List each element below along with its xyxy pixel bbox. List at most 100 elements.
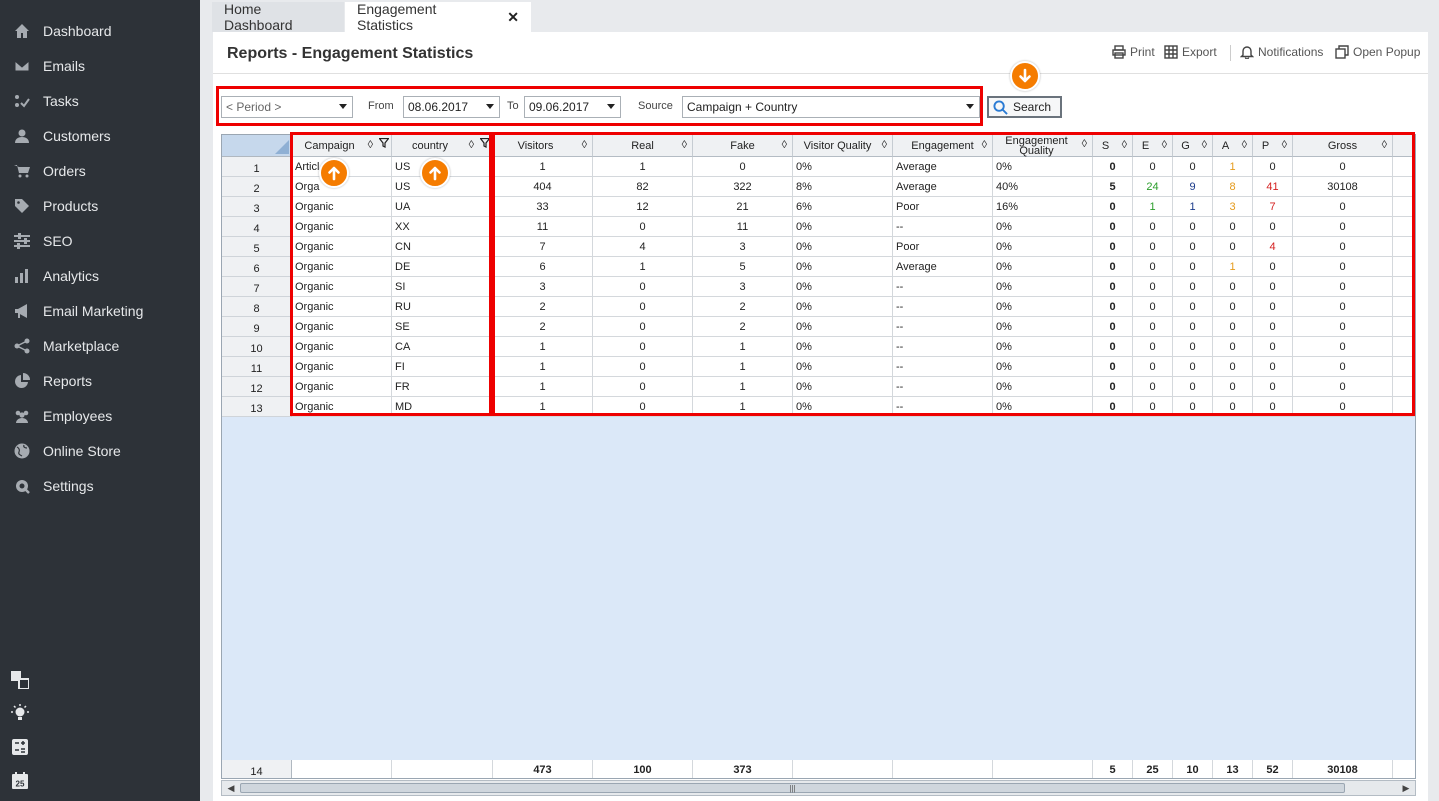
sidebar-item-label: Online Store bbox=[43, 442, 121, 459]
pie-chart-icon bbox=[12, 372, 32, 389]
spreadsheet-icon bbox=[1164, 45, 1178, 59]
tab-label: Engagement Statistics bbox=[357, 1, 437, 33]
sidebar-item-seo[interactable]: SEO bbox=[0, 223, 200, 258]
sidebar-item-analytics[interactable]: Analytics bbox=[0, 258, 200, 293]
sidebar-item-settings[interactable]: Settings bbox=[0, 468, 200, 503]
sidebar-item-label: Products bbox=[43, 197, 99, 214]
sidebar-item-label: Reports bbox=[43, 372, 93, 389]
sidebar-item-products[interactable]: Products bbox=[0, 188, 200, 223]
sidebar-item-label: Tasks bbox=[43, 92, 79, 109]
metrics-highlight-box bbox=[492, 132, 1415, 416]
open-popup-button[interactable]: Open Popup bbox=[1335, 45, 1420, 59]
total-eng bbox=[893, 760, 993, 778]
grid-corner[interactable] bbox=[222, 135, 292, 157]
page-title: Reports - Engagement Statistics bbox=[227, 45, 474, 62]
total-g: 10 bbox=[1173, 760, 1213, 778]
total-filler bbox=[1393, 760, 1415, 778]
users-icon bbox=[12, 408, 32, 424]
sliders-icon bbox=[12, 232, 32, 249]
sidebar-item-label: Dashboard bbox=[43, 22, 112, 39]
export-label: Export bbox=[1182, 45, 1217, 59]
row-number: 7 bbox=[222, 277, 292, 297]
row-number: 12 bbox=[222, 377, 292, 397]
row-number: 9 bbox=[222, 317, 292, 337]
bell-icon bbox=[1240, 46, 1254, 59]
sidebar-item-customers[interactable]: Customers bbox=[0, 118, 200, 153]
sidebar-item-label: Orders bbox=[43, 162, 86, 179]
sidebar-item-label: Analytics bbox=[43, 267, 100, 284]
sidebar-item-label: Marketplace bbox=[43, 337, 120, 354]
horizontal-scrollbar[interactable]: ◀ ||| ▶ bbox=[221, 780, 1416, 796]
calendar-icon[interactable]: 25 bbox=[11, 772, 31, 792]
row-number: 10 bbox=[222, 337, 292, 357]
scroll-left-icon[interactable]: ◀ bbox=[224, 782, 238, 794]
tab-label: Home Dashboard bbox=[224, 1, 293, 33]
scrollbar-thumb[interactable]: ||| bbox=[240, 783, 1345, 793]
row-number: 3 bbox=[222, 197, 292, 217]
sidebar-item-reports[interactable]: Reports bbox=[0, 363, 200, 398]
total-e: 25 bbox=[1133, 760, 1173, 778]
total-campaign bbox=[292, 760, 392, 778]
calculator-icon[interactable] bbox=[11, 738, 31, 758]
sidebar-item-orders[interactable]: Orders bbox=[0, 153, 200, 188]
sidebar-item-email-marketing[interactable]: Email Marketing bbox=[0, 293, 200, 328]
notifications-label: Notifications bbox=[1258, 45, 1324, 59]
row-number: 11 bbox=[222, 357, 292, 377]
total-gross: 30108 bbox=[1293, 760, 1393, 778]
bar-chart-icon bbox=[12, 268, 32, 284]
sidebar-item-emails[interactable]: Emails bbox=[0, 48, 200, 83]
row-number: 8 bbox=[222, 297, 292, 317]
search-button[interactable]: Search bbox=[987, 96, 1062, 118]
grid-footer-totals: 14 473 100 373 5 25 10 13 52 30108 bbox=[222, 760, 1415, 778]
tag-icon bbox=[12, 198, 32, 214]
search-label: Search bbox=[1013, 100, 1052, 114]
globe-icon bbox=[12, 443, 32, 459]
arrow-up-icon bbox=[328, 166, 340, 181]
calendar-day: 25 bbox=[16, 780, 25, 789]
print-button[interactable]: Print bbox=[1112, 45, 1155, 59]
search-icon bbox=[993, 99, 1008, 115]
total-visitors: 473 bbox=[493, 760, 593, 778]
tab-home-dashboard[interactable]: Home Dashboard bbox=[212, 1, 344, 33]
settings-icon bbox=[12, 478, 32, 494]
windows-icon[interactable] bbox=[11, 671, 31, 691]
up-arrow-marker-campaign bbox=[319, 158, 349, 188]
printer-icon bbox=[1112, 45, 1126, 59]
divider bbox=[1230, 45, 1231, 61]
share-icon bbox=[12, 338, 32, 354]
checklist-icon bbox=[12, 93, 32, 109]
sidebar-item-dashboard[interactable]: Dashboard bbox=[0, 13, 200, 48]
notifications-button[interactable]: Notifications bbox=[1240, 45, 1323, 59]
total-s: 5 bbox=[1093, 760, 1133, 778]
sidebar-item-label: Settings bbox=[43, 477, 94, 494]
export-button[interactable]: Export bbox=[1164, 45, 1217, 59]
row-number: 5 bbox=[222, 237, 292, 257]
row-number: 4 bbox=[222, 217, 292, 237]
tab-engagement-statistics[interactable]: Engagement Statistics ✕ bbox=[345, 1, 531, 33]
sidebar-item-employees[interactable]: Employees bbox=[0, 398, 200, 433]
total-a: 13 bbox=[1213, 760, 1253, 778]
popup-icon bbox=[1335, 45, 1349, 59]
lightbulb-icon[interactable] bbox=[11, 704, 31, 724]
sidebar-item-tasks[interactable]: Tasks bbox=[0, 83, 200, 118]
sidebar-item-online-store[interactable]: Online Store bbox=[0, 433, 200, 468]
total-country bbox=[392, 760, 493, 778]
row-number: 1 bbox=[222, 157, 292, 177]
close-icon[interactable]: ✕ bbox=[507, 9, 519, 26]
up-arrow-marker-country bbox=[420, 158, 450, 188]
user-icon bbox=[12, 128, 32, 144]
row-number: 2 bbox=[222, 177, 292, 197]
sidebar: Dashboard Emails Tasks Customers Orders … bbox=[0, 0, 200, 801]
print-label: Print bbox=[1130, 45, 1155, 59]
megaphone-icon bbox=[12, 303, 32, 319]
arrow-down-icon bbox=[1019, 68, 1031, 83]
total-p: 52 bbox=[1253, 760, 1293, 778]
scroll-right-icon[interactable]: ▶ bbox=[1399, 782, 1413, 794]
total-vq bbox=[793, 760, 893, 778]
filter-highlight-box bbox=[216, 86, 983, 126]
sidebar-item-marketplace[interactable]: Marketplace bbox=[0, 328, 200, 363]
total-fake: 373 bbox=[693, 760, 793, 778]
sidebar-item-label: Email Marketing bbox=[43, 302, 144, 319]
cart-icon bbox=[12, 163, 32, 179]
arrow-up-icon bbox=[429, 166, 441, 181]
